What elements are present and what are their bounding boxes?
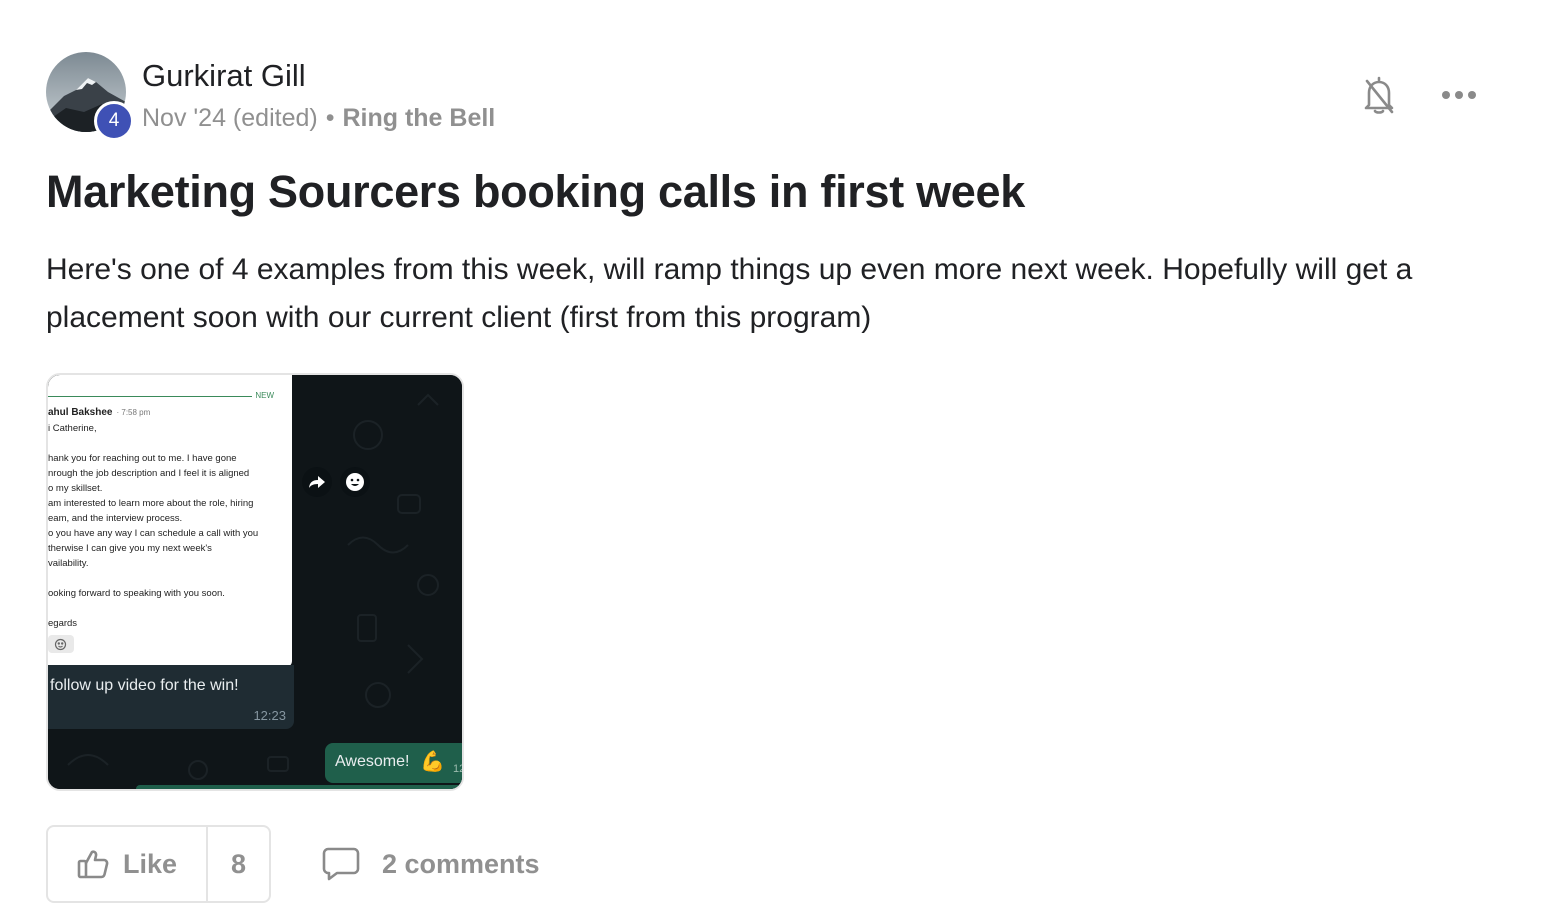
- flexed-biceps-icon: 💪: [420, 751, 445, 773]
- level-badge: 4: [94, 101, 134, 141]
- new-label: NEW: [255, 391, 274, 400]
- like-count[interactable]: 8: [208, 827, 269, 901]
- incoming-message-time: 12:23: [253, 708, 286, 723]
- email-line: o my skillset.: [48, 483, 103, 494]
- email-screenshot: NEW ahul Bakshee · 7:58 pm i Catherine, h…: [48, 375, 292, 667]
- email-line: therwise I can give you my next week's: [48, 543, 212, 554]
- post-title: Marketing Sourcers booking calls in firs…: [46, 166, 1025, 217]
- email-line: egards: [48, 618, 78, 629]
- add-reaction-icon: [48, 635, 74, 653]
- outgoing-message-text: Awesome!: [335, 753, 410, 770]
- meta-separator: •: [325, 104, 335, 132]
- email-sender: ahul Bakshee · 7:58 pm: [48, 407, 150, 418]
- email-line: ooking forward to speaking with you soon…: [48, 588, 225, 599]
- email-line: nrough the job description and I feel it…: [48, 468, 250, 479]
- post-category[interactable]: Ring the Bell: [342, 104, 495, 133]
- post: 4 Gurkirat Gill Nov '24 (edited) • Ring …: [46, 0, 1506, 916]
- incoming-message-text: follow up video for the win!: [50, 677, 239, 694]
- post-body: Here's one of 4 examples from this week,…: [46, 253, 1413, 334]
- like-label: Like: [122, 848, 178, 879]
- more-options-button[interactable]: [1434, 72, 1484, 118]
- more-horizontal-icon: [1442, 91, 1476, 99]
- email-line: vailability.: [48, 558, 89, 569]
- post-meta: Nov '24 (edited) • Ring the Bell: [142, 104, 495, 133]
- post-image-attachment[interactable]: NEW ahul Bakshee · 7:58 pm i Catherine, h…: [46, 373, 464, 791]
- emoji-icon: [340, 467, 370, 497]
- author-name[interactable]: Gurkirat Gill: [142, 58, 306, 94]
- comments-button[interactable]: 2 comments: [322, 840, 540, 888]
- forward-icon: [302, 467, 332, 497]
- email-line: eam, and the interview process.: [48, 513, 183, 524]
- comment-bubble-icon: [322, 847, 360, 881]
- email-line: hank you for reaching out to me. I have …: [48, 453, 237, 464]
- email-line: i Catherine,: [48, 423, 97, 434]
- outgoing-message-bubble: Awesome! 💪 12: [325, 743, 462, 783]
- new-divider: NEW: [48, 391, 286, 403]
- email-time: · 7:58 pm: [116, 408, 151, 417]
- email-line: am interested to learn more about the ro…: [48, 498, 254, 509]
- post-date: Nov '24 (edited): [142, 104, 318, 132]
- outgoing-message-edge: [136, 785, 462, 789]
- sender-name: ahul Bakshee: [48, 407, 113, 418]
- comments-label: 2 comments: [382, 848, 540, 879]
- notifications-toggle-button[interactable]: [1356, 72, 1402, 118]
- like-group: Like 8: [46, 825, 271, 903]
- bell-off-icon: [1364, 76, 1394, 114]
- author-avatar-wrap[interactable]: 4: [46, 52, 134, 141]
- like-button[interactable]: Like: [48, 827, 208, 901]
- incoming-message-bubble: follow up video for the win! 12:23: [48, 665, 294, 729]
- thumbs-up-icon: [77, 850, 109, 879]
- email-line: o you have any way I can schedule a call…: [48, 528, 259, 539]
- outgoing-message-time: 12: [453, 763, 462, 775]
